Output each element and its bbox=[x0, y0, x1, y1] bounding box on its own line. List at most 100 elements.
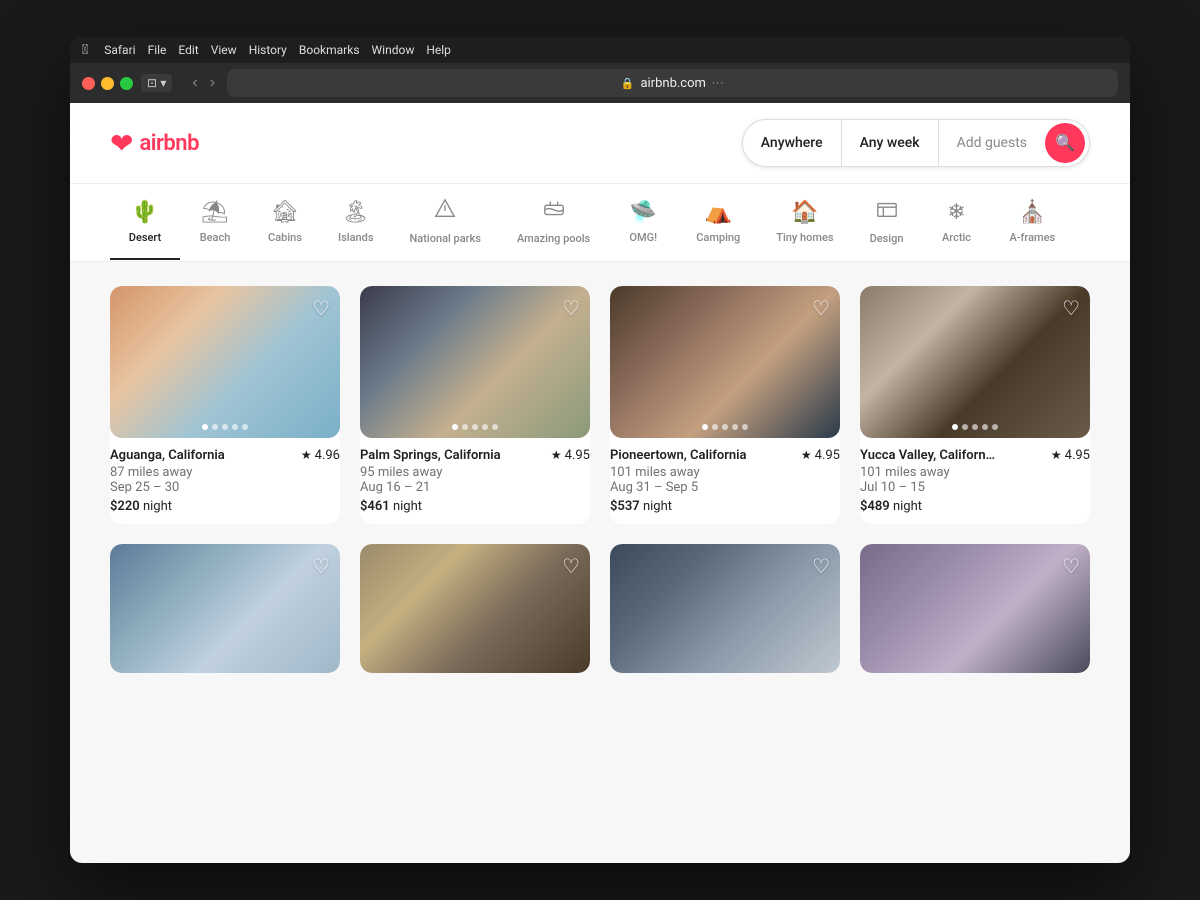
tiny-homes-icon: 🏠 bbox=[791, 200, 818, 225]
listing-info: Palm Springs, California ★ 4.95 95 miles… bbox=[360, 438, 590, 524]
anywhere-pill[interactable]: Anywhere bbox=[743, 120, 842, 166]
menu-safari[interactable]: Safari bbox=[104, 43, 135, 57]
minimize-button[interactable] bbox=[101, 77, 114, 90]
listing-location: Palm Springs, California bbox=[360, 448, 501, 463]
wishlist-button[interactable]: ♡ bbox=[562, 296, 580, 321]
design-icon bbox=[876, 198, 898, 226]
listing-image bbox=[860, 286, 1090, 438]
dot bbox=[222, 424, 228, 430]
close-button[interactable] bbox=[82, 77, 95, 90]
wishlist-button[interactable]: ♡ bbox=[312, 554, 330, 579]
category-tiny-homes[interactable]: 🏠 Tiny homes bbox=[758, 186, 851, 260]
listing-distance: 101 miles away bbox=[610, 465, 840, 480]
menu-file[interactable]: File bbox=[148, 43, 167, 57]
back-button[interactable]: ‹ bbox=[188, 74, 201, 92]
category-camping-label: Camping bbox=[696, 231, 740, 244]
rating-value: 4.95 bbox=[815, 448, 840, 463]
url-text: airbnb.com bbox=[640, 76, 705, 91]
a-frames-icon: ⛪ bbox=[1019, 200, 1046, 225]
search-button[interactable]: 🔍 bbox=[1045, 123, 1085, 163]
category-a-frames-label: A-frames bbox=[1010, 231, 1056, 244]
guests-pill[interactable]: Add guests bbox=[939, 120, 1045, 166]
wishlist-button[interactable]: ♡ bbox=[1062, 296, 1080, 321]
category-desert[interactable]: 🌵 Desert bbox=[110, 186, 180, 260]
listing-image bbox=[860, 544, 1090, 673]
category-a-frames[interactable]: ⛪ A-frames bbox=[992, 186, 1074, 260]
dot bbox=[952, 424, 958, 430]
category-omg-label: OMG! bbox=[629, 231, 657, 244]
logo[interactable]: ❤ airbnb bbox=[110, 127, 199, 160]
menu-history[interactable]: History bbox=[249, 43, 287, 57]
traffic-lights bbox=[82, 77, 133, 90]
logo-text: airbnb bbox=[139, 131, 199, 156]
star-icon: ★ bbox=[551, 448, 562, 462]
wishlist-button[interactable]: ♡ bbox=[812, 554, 830, 579]
listing-location: Pioneertown, California bbox=[610, 448, 747, 463]
category-amazing-pools[interactable]: Amazing pools bbox=[499, 184, 608, 261]
site-header: ❤ airbnb Anywhere Any week Add guests 🔍 bbox=[70, 103, 1130, 184]
menu-bar:  Safari File Edit View History Bookmark… bbox=[70, 37, 1130, 63]
listing-rating: ★ 4.95 bbox=[801, 448, 840, 463]
listing-yucca-valley[interactable]: ♡ Yucca Valley, Californ… ★ 4.9 bbox=[860, 286, 1090, 524]
menu-edit[interactable]: Edit bbox=[178, 43, 198, 57]
wishlist-button[interactable]: ♡ bbox=[812, 296, 830, 321]
listing-price: $220 night bbox=[110, 499, 340, 514]
dot bbox=[482, 424, 488, 430]
listing-bottom-3[interactable]: ♡ bbox=[610, 544, 840, 673]
camping-icon: ⛺ bbox=[705, 200, 732, 225]
listing-bottom-4[interactable]: ♡ bbox=[860, 544, 1090, 673]
apple-menu[interactable]:  bbox=[82, 42, 88, 58]
wishlist-button[interactable]: ♡ bbox=[562, 554, 580, 579]
category-arctic-label: Arctic bbox=[942, 231, 971, 244]
nav-buttons: ‹ › bbox=[188, 74, 219, 92]
listing-info: Yucca Valley, Californ… ★ 4.95 101 miles… bbox=[860, 438, 1090, 524]
category-nav: 🌵 Desert ⛱ Beach 🏚 Cabins 🏝 Islands Nati… bbox=[70, 184, 1130, 262]
menu-window[interactable]: Window bbox=[372, 43, 415, 57]
category-islands-label: Islands bbox=[338, 231, 374, 244]
menu-view[interactable]: View bbox=[211, 43, 237, 57]
listing-bottom-2[interactable]: ♡ bbox=[360, 544, 590, 673]
listing-image bbox=[360, 286, 590, 438]
category-beach[interactable]: ⛱ Beach bbox=[180, 186, 250, 260]
forward-button[interactable]: › bbox=[206, 74, 219, 92]
category-desert-label: Desert bbox=[129, 231, 161, 244]
listing-info: Aguanga, California ★ 4.96 87 miles away… bbox=[110, 438, 340, 524]
fullscreen-button[interactable] bbox=[120, 77, 133, 90]
wishlist-button[interactable]: ♡ bbox=[312, 296, 330, 321]
category-national-parks[interactable]: National parks bbox=[392, 184, 499, 261]
dot bbox=[702, 424, 708, 430]
listing-location: Yucca Valley, Californ… bbox=[860, 448, 995, 463]
category-arctic[interactable]: ❄ Arctic bbox=[922, 186, 992, 260]
lock-icon: 🔒 bbox=[621, 77, 635, 90]
menu-bar-items: Safari File Edit View History Bookmarks … bbox=[104, 43, 451, 57]
star-icon: ★ bbox=[301, 448, 312, 462]
listing-aguanga[interactable]: ♡ Aguanga, California ★ 4.96 bbox=[110, 286, 340, 524]
listing-palm-springs[interactable]: ♡ Palm Springs, California ★ 4. bbox=[360, 286, 590, 524]
category-camping[interactable]: ⛺ Camping bbox=[678, 186, 758, 260]
menu-bookmarks[interactable]: Bookmarks bbox=[299, 43, 360, 57]
listing-distance: 87 miles away bbox=[110, 465, 340, 480]
dot bbox=[982, 424, 988, 430]
dot bbox=[722, 424, 728, 430]
dot bbox=[972, 424, 978, 430]
category-cabins[interactable]: 🏚 Cabins bbox=[250, 186, 320, 260]
cabins-icon: 🏚 bbox=[271, 200, 299, 225]
address-bar[interactable]: 🔒 airbnb.com ··· bbox=[227, 69, 1118, 97]
dot-indicators bbox=[452, 424, 498, 430]
dot-indicators bbox=[202, 424, 248, 430]
dot bbox=[462, 424, 468, 430]
dot bbox=[472, 424, 478, 430]
listing-rating: ★ 4.96 bbox=[301, 448, 340, 463]
category-omg[interactable]: 🛸 OMG! bbox=[608, 186, 678, 260]
listing-pioneertown[interactable]: ♡ Pioneertown, California ★ 4.9 bbox=[610, 286, 840, 524]
category-design[interactable]: Design bbox=[852, 184, 922, 261]
listing-bottom-1[interactable]: ♡ bbox=[110, 544, 340, 673]
tab-switcher-button[interactable]: ⊡ ▾ bbox=[141, 74, 172, 92]
toolbar: ⊡ ▾ ‹ › 🔒 airbnb.com ··· bbox=[70, 63, 1130, 103]
category-tiny-homes-label: Tiny homes bbox=[776, 231, 833, 244]
category-islands[interactable]: 🏝 Islands bbox=[320, 186, 392, 260]
menu-help[interactable]: Help bbox=[426, 43, 451, 57]
star-icon: ★ bbox=[801, 448, 812, 462]
any-week-pill[interactable]: Any week bbox=[842, 120, 939, 166]
wishlist-button[interactable]: ♡ bbox=[1062, 554, 1080, 579]
